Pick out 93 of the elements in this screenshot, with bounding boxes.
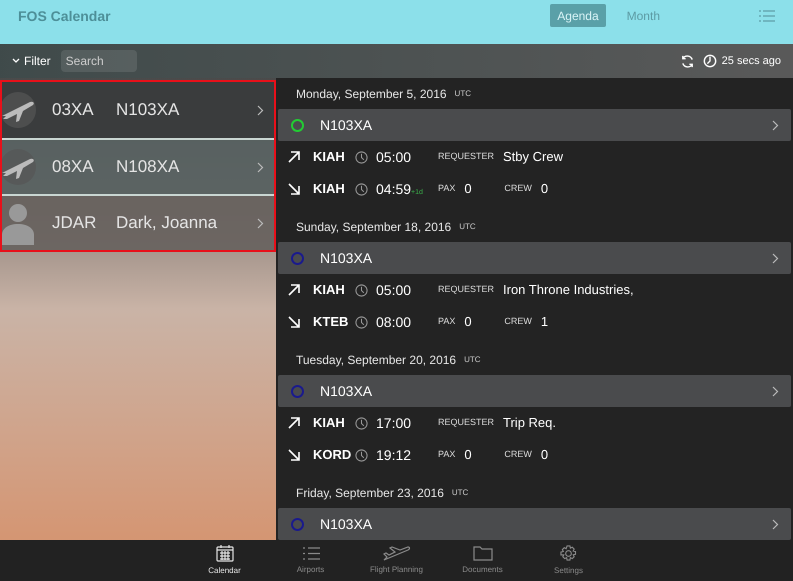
- timezone-label: UTC: [454, 88, 471, 100]
- filter-button[interactable]: Filter: [12, 52, 51, 70]
- clock-icon: [355, 316, 368, 328]
- refresh-icon[interactable]: [680, 54, 695, 68]
- arrow-up-right-icon: [288, 151, 300, 163]
- chevron-right-icon: [772, 518, 779, 530]
- folder-icon: [472, 546, 492, 560]
- clock-icon: [355, 150, 368, 164]
- airplane-icon: [2, 92, 38, 128]
- field-label: PAX: [438, 182, 456, 196]
- airplane-icon: [2, 149, 38, 185]
- trip-header[interactable]: N103XA: [278, 375, 791, 407]
- last-updated-text: 25 secs ago: [722, 54, 781, 69]
- item-code: 08XA: [52, 156, 95, 178]
- field-value: 0: [540, 180, 548, 198]
- arrow-up-right-icon: [288, 284, 300, 296]
- date-heading: Friday, September 23, 2016: [296, 484, 444, 502]
- time-text: 17:00: [376, 414, 412, 432]
- field-label: PAX: [438, 448, 456, 462]
- list-icon: [302, 546, 320, 560]
- trip-header[interactable]: N103XA: [278, 242, 791, 274]
- field-label: PAX: [438, 315, 456, 328]
- time-text: 05:00: [376, 148, 412, 166]
- gear-icon: [560, 544, 577, 562]
- clock-icon: [355, 416, 368, 430]
- field-label: CREW: [504, 448, 532, 462]
- tab-bar-item[interactable]: Airports: [268, 540, 354, 581]
- item-name: N108XA: [116, 156, 180, 178]
- chevron-down-icon: [12, 58, 20, 64]
- tab-bar-item[interactable]: Flight Planning: [354, 540, 440, 581]
- arrow-down-right-icon: [288, 316, 300, 328]
- field-value: 0: [464, 313, 473, 332]
- field-label: REQUESTER: [438, 416, 494, 430]
- clock-icon: [355, 182, 368, 196]
- field-value: Iron Throne Industries,: [503, 281, 634, 300]
- tab-bar-item[interactable]: Calendar: [182, 540, 268, 581]
- field-value: Trip Req.: [503, 414, 556, 432]
- field-label: REQUESTER: [438, 283, 494, 296]
- tail-number: N103XA: [320, 514, 372, 534]
- view-tab[interactable]: Agenda: [550, 4, 606, 27]
- airport-code: KIAH: [313, 180, 346, 198]
- field-label: REQUESTER: [438, 150, 494, 164]
- date-heading: Monday, September 5, 2016: [296, 86, 447, 102]
- chevron-right-icon: [772, 252, 779, 264]
- list-item[interactable]: 03XA N103XA: [2, 82, 274, 138]
- chevron-right-icon: [257, 218, 264, 228]
- airplane-icon: [382, 545, 410, 561]
- item-code: 03XA: [52, 99, 95, 122]
- arrow-down-right-icon: [288, 449, 300, 461]
- arrow-up-right-icon: [288, 417, 300, 429]
- field-label: CREW: [504, 182, 532, 196]
- clock-icon: [355, 448, 368, 462]
- chevron-right-icon: [257, 162, 264, 172]
- airport-code: KTEB: [313, 313, 350, 332]
- field-value: 0: [464, 446, 473, 464]
- field-value: 0: [464, 180, 473, 198]
- tail-number: N103XA: [320, 382, 372, 400]
- field-value: 0: [540, 446, 548, 464]
- tail-number: N103XA: [320, 116, 372, 134]
- time-text: 04:59: [376, 180, 412, 198]
- date-heading: Sunday, September 18, 2016: [296, 218, 452, 236]
- airport-code: KIAH: [313, 148, 346, 166]
- time-text: 08:00: [376, 312, 412, 332]
- list-item[interactable]: JDAR Dark, Joanna: [2, 194, 274, 250]
- tail-number: N103XA: [320, 248, 372, 268]
- chevron-right-icon: [772, 386, 779, 396]
- field-label: CREW: [504, 315, 532, 328]
- time-text: 05:00: [376, 280, 412, 300]
- tab-bar-item[interactable]: Settings: [526, 540, 612, 581]
- calendar-icon: [216, 544, 234, 562]
- app-title: FOS Calendar: [18, 7, 111, 26]
- tab-bar-item[interactable]: Documents: [440, 540, 526, 581]
- chevron-right-icon: [772, 120, 779, 130]
- item-name: N103XA: [116, 99, 180, 122]
- trip-header[interactable]: N103XA: [278, 508, 791, 540]
- date-heading: Tuesday, September 20, 2016: [296, 352, 456, 368]
- airport-code: KORD: [313, 446, 351, 464]
- item-code: JDAR: [52, 212, 98, 234]
- clock-icon: [355, 284, 368, 296]
- arrow-down-right-icon: [288, 183, 300, 195]
- item-name: Dark, Joanna: [116, 212, 218, 234]
- trip-header[interactable]: N103XA: [278, 109, 791, 141]
- airport-code: KIAH: [313, 414, 346, 432]
- airport-code: KIAH: [313, 281, 346, 300]
- timezone-label: UTC: [459, 220, 476, 232]
- time-text: 19:12: [376, 446, 412, 464]
- chevron-right-icon: [257, 104, 264, 116]
- timezone-label: UTC: [452, 486, 468, 498]
- list-item[interactable]: 08XA N108XA: [2, 138, 274, 194]
- field-value: Stby Crew: [503, 148, 563, 166]
- timezone-label: UTC: [464, 354, 481, 366]
- field-value: 1: [540, 313, 548, 332]
- clock-icon: [702, 54, 717, 68]
